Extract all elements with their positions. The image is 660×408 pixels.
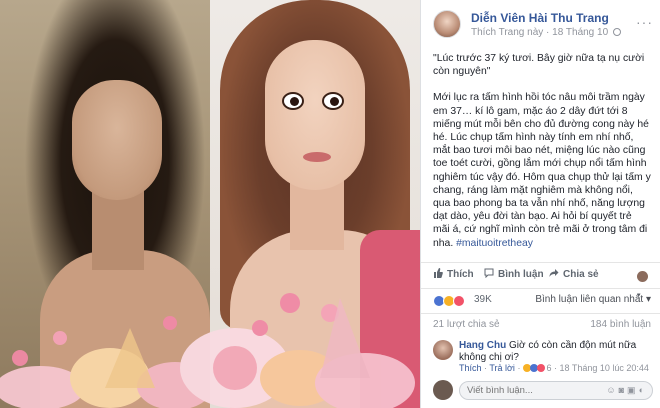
page-avatar[interactable] [433,10,461,38]
globe-icon [612,28,621,36]
love-reaction-icon [536,364,545,372]
reactions-bar: 39K Bình luận liên quan nhất ▾ [421,288,660,310]
flower-petals [0,293,415,408]
composer-icons: ☺◙▣◐ [606,385,647,396]
emoji-icon[interactable]: ☺ [606,385,618,395]
comment-time[interactable]: 18 Tháng 10 lúc 20:44 [559,363,648,373]
post-stats: 21 lượt chia sẻ 184 bình luận [421,313,660,333]
like-button[interactable]: Thích [433,268,474,280]
more-options-icon[interactable]: ··· [636,14,653,30]
post-date[interactable]: 18 Tháng 10 [552,27,608,38]
action-bar: Thích Bình luận Chia sẻ ▾ [421,262,660,299]
portrait-neck [92,190,144,270]
share-count[interactable]: 21 lượt chia sẻ [433,319,500,330]
reaction-count[interactable]: 39K [474,294,492,305]
comment-button[interactable]: Bình luận [484,268,544,280]
comment-author[interactable]: Hang Chu [459,340,506,351]
comment-meta: Thích · Trả lời · 6 · 18 Tháng 10 lúc 20… [459,363,649,373]
portrait-eye [282,92,304,110]
share-button[interactable]: Chia sẻ [549,268,599,280]
post-header: Diễn Viên Hài Thu Trang Thích Trang này … [433,10,653,46]
thumbs-up-icon [434,268,443,278]
post-panel: Diễn Viên Hài Thu Trang Thích Trang này … [420,0,660,408]
post-meta: Thích Trang này · 18 Tháng 10 [471,27,621,38]
post-body: Mới lục ra tấm hình hồi tóc nâu môi trầm… [433,92,651,249]
portrait-face [265,40,365,190]
avatar [637,271,648,283]
meta-separator: · [546,27,550,38]
love-reaction-icon [453,295,465,307]
share-icon [549,269,559,277]
comment-item: Hang Chu Giờ có còn cần độn mút nữa khôn… [433,340,653,374]
reaction-profile-selector[interactable]: ▾ [637,268,651,299]
post-text: "Lúc trước 37 ký tươi. Bây giờ nữa tạ nụ… [433,52,651,250]
hashtag-link[interactable]: #maituoitretheay [456,238,533,249]
comment-like-link[interactable]: Thích [459,363,482,373]
sticker-icon[interactable]: ◐ [639,385,647,395]
comment-body: Hang Chu Giờ có còn cần độn mút nữa khôn… [459,340,653,364]
comment-sort-dropdown[interactable]: Bình luận liên quan nhất ▾ [535,294,651,305]
portrait-eye [322,92,344,110]
reaction-icons[interactable] [433,294,465,307]
comment-count[interactable]: 184 bình luận [590,319,651,330]
camera-icon[interactable]: ◙ [619,385,627,395]
portrait-face [72,80,162,200]
commenter-avatar[interactable] [433,340,453,360]
post-photo[interactable] [0,0,420,408]
gif-icon[interactable]: ▣ [627,385,639,395]
portrait-mouth [303,152,331,162]
comment-reaction-count[interactable]: 6 [546,363,551,373]
portrait-neck [290,180,344,250]
page-name-link[interactable]: Diễn Viên Hài Thu Trang [471,11,609,25]
user-avatar [433,380,453,400]
comment-composer: ☺◙▣◐ [433,380,653,402]
comment-icon [484,268,494,278]
flower-decoration [0,293,415,408]
like-page-link[interactable]: Thích Trang này [471,27,543,38]
comment-reply-link[interactable]: Trả lời [489,363,515,373]
post-quote: "Lúc trước 37 ký tươi. Bây giờ nữa tạ nụ… [433,53,645,78]
